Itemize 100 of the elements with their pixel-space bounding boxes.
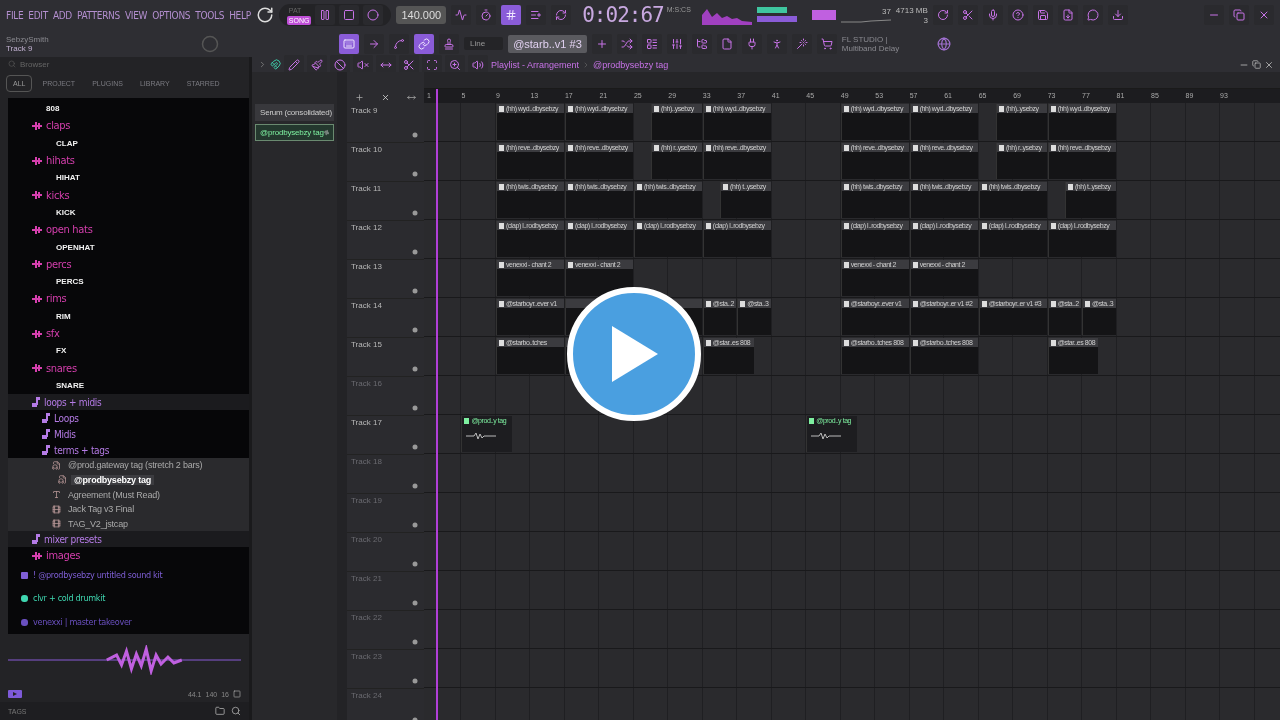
mute-dot-icon[interactable] (412, 600, 418, 606)
track-lane[interactable] (424, 571, 1280, 610)
favorite-name[interactable]: venexxi | master takeover (33, 617, 132, 628)
file-name[interactable]: @prodbysebzy tag (71, 474, 155, 485)
track-lane[interactable] (424, 454, 1280, 493)
folder-name[interactable]: loops + midis (44, 396, 102, 408)
menu-item[interactable]: TOOLS (195, 9, 225, 21)
keyboard-button[interactable] (339, 33, 359, 54)
minimize-button[interactable] (1204, 5, 1224, 25)
stamp-button[interactable] (439, 33, 459, 54)
folder-name[interactable]: rims (46, 292, 67, 306)
folder-name[interactable]: kicks (46, 188, 70, 202)
shuffle-button[interactable] (616, 33, 637, 54)
menu-item[interactable]: PATTERNS (77, 9, 120, 21)
restore-button[interactable] (1229, 5, 1249, 25)
sample-name[interactable]: OPENHAT (56, 242, 95, 252)
mute-dot-icon[interactable] (412, 288, 418, 294)
mute-dot-icon[interactable] (412, 522, 418, 528)
menu-item[interactable]: ADD (52, 9, 72, 21)
menu-item[interactable]: HELP (229, 9, 251, 21)
curve-icon (393, 37, 405, 50)
pattern-selector[interactable]: @starb..v1 #3 (508, 34, 587, 53)
hash-button[interactable] (501, 5, 522, 25)
mute-dot-icon[interactable] (412, 249, 418, 255)
figure-button[interactable] (766, 33, 787, 54)
favorite-name[interactable]: clvr + cold drumkit (33, 593, 105, 604)
pause-button[interactable] (315, 5, 336, 25)
sliders-button[interactable] (666, 33, 687, 54)
microphone-button[interactable] (982, 5, 1003, 25)
track-lane[interactable] (424, 532, 1280, 571)
playhead[interactable] (436, 89, 439, 720)
mute-dot-icon[interactable] (412, 639, 418, 645)
mute-dot-icon[interactable] (412, 678, 418, 684)
sample-name[interactable]: HIHAT (56, 173, 80, 183)
menu-item[interactable]: VIEW (124, 9, 148, 21)
folder-name[interactable]: images (46, 549, 81, 563)
stop-button[interactable] (339, 5, 360, 25)
refresh-button[interactable] (932, 5, 953, 25)
playlist-pattern[interactable]: @prodbysebzy tag (593, 59, 669, 70)
sample-name[interactable]: FX (56, 346, 67, 356)
folder-name[interactable]: Loops (54, 412, 79, 424)
mute-dot-icon[interactable] (412, 483, 418, 489)
track-lane[interactable] (424, 493, 1280, 532)
folder-name[interactable]: hihats (46, 154, 75, 168)
link-button[interactable] (414, 33, 434, 54)
memory-value: 4713 MB (895, 5, 928, 15)
folder-name[interactable]: terms + tags (54, 444, 110, 456)
sample-name[interactable]: SNARE (56, 380, 84, 390)
mute-dot-icon[interactable] (412, 327, 418, 333)
pattern-item[interactable]: @prodbysebzy tag (255, 124, 334, 141)
file-button[interactable] (716, 33, 737, 54)
loop-button[interactable] (551, 5, 572, 25)
folder-name[interactable]: mixer presets (44, 533, 102, 545)
menu-item[interactable]: OPTIONS (152, 9, 191, 21)
track-lane[interactable] (424, 649, 1280, 688)
sample-name[interactable]: CLAP (56, 138, 78, 148)
track-lane[interactable] (424, 610, 1280, 649)
download-button[interactable] (1107, 5, 1128, 25)
sample-name[interactable]: PERCS (56, 277, 84, 287)
pattern-item[interactable]: Serum (consolidated) (255, 104, 334, 121)
tempo-field[interactable]: 140.000 (396, 6, 447, 24)
sample-name[interactable]: RIM (56, 311, 71, 321)
curve-button[interactable] (389, 33, 409, 54)
folder-name[interactable]: Midis (54, 428, 76, 440)
pulse-button[interactable] (451, 5, 472, 25)
mute-dot-icon[interactable] (412, 444, 418, 450)
mute-dot-icon[interactable] (412, 366, 418, 372)
play-preview-icon[interactable] (8, 690, 22, 698)
folder-name[interactable]: percs (46, 257, 72, 271)
help-button[interactable] (1007, 5, 1028, 25)
wand-button[interactable] (791, 33, 812, 54)
mute-dot-icon[interactable] (412, 561, 418, 567)
list-button[interactable] (641, 33, 662, 54)
track-lane[interactable] (424, 688, 1280, 720)
folder-name[interactable]: snares (46, 361, 77, 375)
plug-button[interactable] (741, 33, 762, 54)
sample-name[interactable]: KICK (56, 207, 76, 217)
chat-button[interactable] (1082, 5, 1103, 25)
record-button[interactable] (363, 5, 384, 25)
close-button[interactable] (1254, 5, 1274, 25)
mute-dot-icon[interactable] (412, 210, 418, 216)
snap-dropdown[interactable]: Line (464, 37, 504, 50)
sample-name[interactable]: 808 (46, 104, 60, 114)
mute-dot-icon[interactable] (412, 132, 418, 138)
favorite-name[interactable]: ! @prodbysebzy untitled sound kit (33, 570, 163, 581)
save-button[interactable] (1032, 5, 1053, 25)
list-plus-button[interactable] (526, 5, 547, 25)
folder-tree-button[interactable] (691, 33, 712, 54)
folder-name[interactable]: sfx (46, 327, 60, 340)
export-button[interactable] (1057, 5, 1078, 25)
cart-button[interactable] (816, 33, 837, 54)
arrow-button[interactable] (364, 33, 384, 54)
mute-dot-icon[interactable] (412, 405, 418, 411)
folder-name[interactable]: claps (46, 119, 71, 133)
menu-item[interactable]: FILE (6, 9, 24, 21)
menu-item[interactable]: EDIT (28, 9, 48, 21)
plus-button[interactable] (591, 33, 612, 54)
folder-name[interactable]: open hats (46, 223, 93, 237)
scissors-button[interactable] (957, 5, 978, 25)
mute-dot-icon[interactable] (412, 171, 418, 177)
